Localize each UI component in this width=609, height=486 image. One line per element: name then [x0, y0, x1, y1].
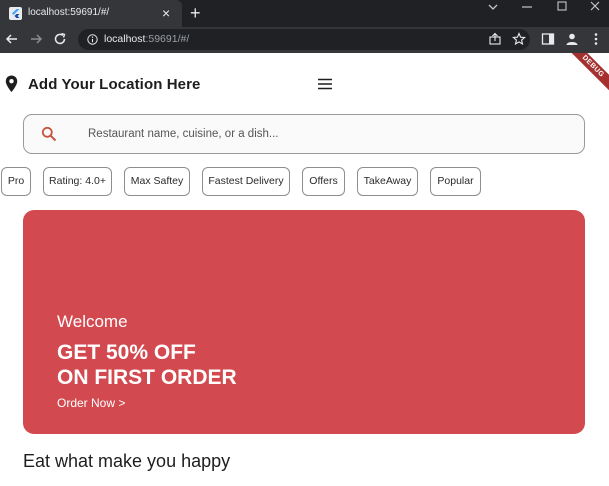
filter-chip-popular[interactable]: Popular — [430, 167, 481, 196]
flutter-favicon-icon — [9, 7, 22, 20]
back-arrow-icon[interactable] — [4, 31, 20, 47]
url-host: localhost — [104, 33, 146, 45]
banner-headline-line1: GET 50% OFF — [57, 341, 196, 364]
filter-chip-max-safety[interactable]: Max Saftey — [124, 167, 190, 196]
close-window-icon[interactable] — [590, 1, 600, 11]
kebab-menu-icon[interactable] — [589, 32, 603, 46]
app-viewport: DEBUG Add Your Location Here Pro Rating:… — [0, 53, 609, 486]
share-icon[interactable] — [488, 32, 502, 46]
search-bar[interactable] — [23, 114, 585, 154]
banner-welcome-text: Welcome — [57, 312, 128, 331]
filter-chip-rating[interactable]: Rating: 4.0+ — [43, 167, 112, 196]
info-icon[interactable] — [87, 34, 98, 45]
hamburger-menu-icon[interactable] — [317, 77, 333, 91]
browser-titlebar: localhost:59691/#/ × + — [0, 0, 609, 27]
debug-banner: DEBUG — [563, 53, 609, 96]
filter-chip-fastest-delivery[interactable]: Fastest Delivery — [202, 167, 290, 196]
order-now-link[interactable]: Order Now > — [57, 396, 125, 410]
section-title: Eat what make you happy — [23, 451, 231, 471]
browser-tab[interactable]: localhost:59691/#/ × — [0, 0, 182, 27]
reload-icon[interactable] — [52, 31, 68, 47]
browser-toolbar: localhost:59691/#/ — [0, 27, 609, 53]
filter-chip-takeaway[interactable]: TakeAway — [357, 167, 418, 196]
search-icon — [41, 126, 57, 142]
url-text[interactable]: localhost:59691/#/ — [104, 33, 189, 45]
filter-chip-pro[interactable]: Pro — [1, 167, 31, 196]
tab-title: localhost:59691/#/ — [28, 7, 110, 18]
url-path: :59691/#/ — [145, 33, 190, 45]
promo-banner[interactable]: Welcome GET 50% OFF ON FIRST ORDER Order… — [23, 210, 585, 434]
minimize-icon[interactable] — [521, 2, 533, 12]
banner-headline: GET 50% OFF ON FIRST ORDER — [57, 340, 237, 390]
new-tab-button[interactable]: + — [190, 3, 201, 23]
side-panel-icon[interactable] — [541, 32, 555, 46]
filter-chip-offers[interactable]: Offers — [302, 167, 345, 196]
tab-search-icon[interactable] — [487, 2, 499, 12]
star-icon[interactable] — [512, 32, 526, 46]
tab-close-icon[interactable]: × — [162, 4, 170, 22]
address-bar[interactable]: localhost:59691/#/ — [78, 29, 530, 50]
location-pin-icon[interactable] — [5, 75, 18, 93]
profile-icon[interactable] — [565, 32, 579, 46]
banner-headline-line2: ON FIRST ORDER — [57, 366, 237, 389]
search-input[interactable] — [88, 115, 568, 152]
forward-arrow-icon[interactable] — [28, 31, 44, 47]
maximize-icon[interactable] — [557, 1, 567, 11]
location-title[interactable]: Add Your Location Here — [28, 76, 201, 93]
